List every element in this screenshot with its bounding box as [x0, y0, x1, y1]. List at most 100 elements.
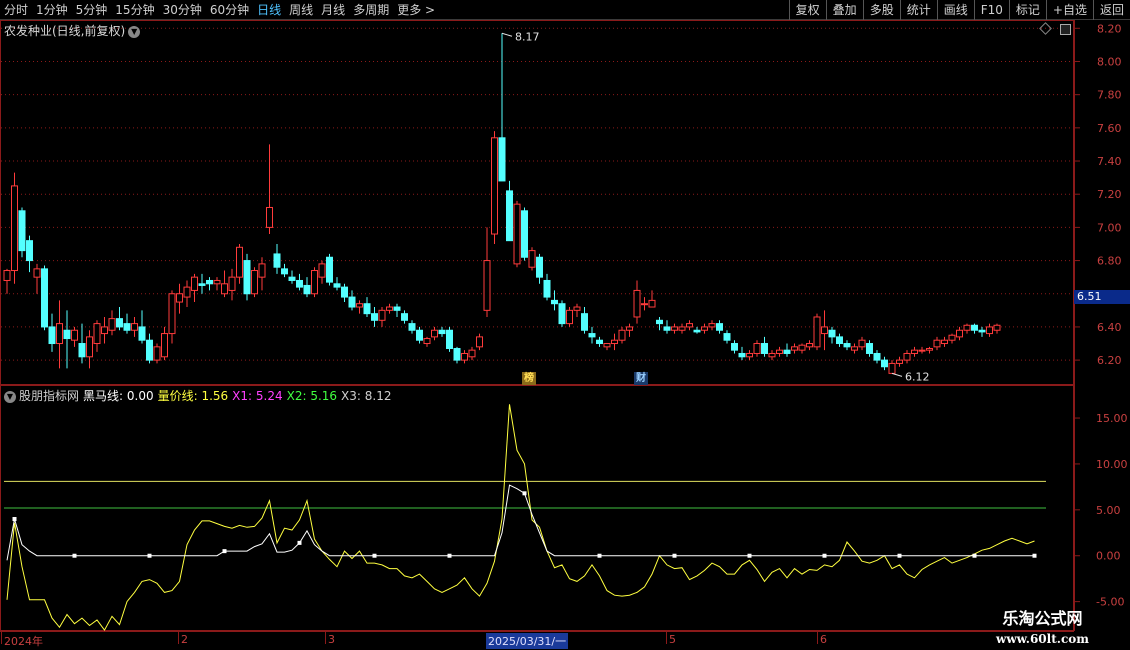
candle-body-down — [416, 329, 423, 341]
high-annotation-arrow — [501, 32, 513, 37]
candle-body-up — [131, 323, 138, 331]
candle-body-down — [446, 329, 453, 349]
date-label-feb: 2 — [181, 633, 188, 646]
indicator-tick-label: 5.00 — [1096, 504, 1121, 517]
indicator-series-line — [6, 484, 1035, 561]
candle-body-up — [911, 349, 918, 354]
candle-body-up — [71, 329, 78, 341]
indicator-marker — [522, 491, 527, 496]
candle-body-down — [783, 349, 791, 354]
candle-body-up — [903, 352, 911, 361]
date-label-start: 2024年 — [4, 635, 43, 648]
indicator-marker — [12, 517, 17, 522]
candle-body-up — [101, 326, 108, 335]
candle-body-up — [258, 263, 266, 278]
candle-body-down — [26, 240, 33, 262]
candle-body-down — [738, 352, 746, 358]
candle-body-down — [551, 299, 558, 305]
watermark-title: 乐淘公式网 — [1002, 609, 1083, 628]
date-label-may: 5 — [669, 633, 676, 646]
indicator-marker — [147, 553, 152, 558]
candle-body-down — [438, 329, 446, 335]
candle-body-up — [926, 348, 933, 351]
candle-body-up — [56, 323, 63, 345]
finance-badge[interactable]: 财 — [634, 372, 648, 385]
date-tick — [817, 632, 818, 644]
indicator-marker — [72, 553, 77, 558]
indicator-value-2: X1: 5.24 — [232, 389, 283, 403]
candle-body-down — [656, 319, 663, 325]
candle-body-up — [3, 270, 11, 281]
candle-body-up — [266, 206, 273, 228]
candle-body-up — [986, 326, 993, 335]
candle-body-down — [281, 268, 288, 275]
candle-body-up — [311, 270, 318, 295]
candle-body-down — [78, 343, 86, 358]
indicator-name: 股朋指标网 — [19, 389, 80, 403]
candle-body-down — [828, 329, 836, 338]
date-tick — [325, 632, 326, 644]
candle-body-down — [348, 296, 356, 308]
candle-body-up — [821, 326, 828, 335]
candle-body-up — [686, 323, 693, 328]
candle-body-down — [588, 333, 596, 338]
date-tick — [178, 632, 179, 644]
candle-body-up — [941, 339, 948, 345]
candle-body-down — [333, 283, 341, 288]
candle-body-up — [168, 293, 176, 335]
candle-body-up — [603, 343, 611, 348]
indicator-menu-icon[interactable]: ▼ — [4, 390, 16, 403]
candle-body-down — [146, 339, 153, 361]
candle-body-up — [183, 286, 191, 298]
candle-body-up — [648, 299, 656, 308]
indicator-tick-label: 15.00 — [1096, 412, 1128, 425]
price-tick-label: 6.80 — [1097, 255, 1122, 268]
indicator-value-0: 黑马线: 0.00 — [83, 389, 154, 403]
stock-title: 农发种业(日线,前复权) ▼ — [4, 22, 141, 39]
rank-badge[interactable]: 榜 — [522, 372, 536, 385]
dropdown-chevron-icon[interactable]: ▼ — [128, 25, 141, 38]
indicator-marker — [297, 540, 302, 545]
candle-body-up — [933, 339, 941, 348]
date-label-jun: 6 — [820, 633, 827, 646]
candle-body-up — [236, 246, 243, 278]
candle-body-down — [18, 210, 26, 252]
indicator-marker — [222, 549, 227, 554]
indicator-series-line — [6, 404, 1035, 632]
candle-body-down — [303, 284, 311, 295]
candle-body-up — [948, 334, 956, 341]
candle-body-up — [93, 323, 101, 345]
candle-body-up — [573, 306, 581, 311]
low-annotation-arrow — [891, 372, 903, 377]
price-tick-label: 8.00 — [1097, 55, 1122, 68]
candle-body-up — [753, 343, 761, 354]
candle-body-down — [731, 343, 738, 351]
candle-body-up — [161, 333, 168, 358]
candle-body-up — [678, 326, 686, 331]
candle-body-down — [978, 329, 986, 333]
candle-body-up — [618, 329, 626, 341]
candle-body-up — [746, 352, 753, 358]
candle-body-down — [843, 343, 851, 348]
candle-body-up — [513, 203, 521, 265]
candle-body-up — [888, 362, 896, 374]
low-annotation-label: 6.12 — [905, 370, 930, 383]
candle-body-up — [11, 185, 18, 272]
candle-body-down — [363, 303, 371, 315]
candle-body-up — [626, 326, 633, 331]
candle-body-up — [528, 250, 536, 268]
candle-body-down — [866, 343, 873, 354]
candle-body-down — [506, 190, 513, 242]
high-annotation-label: 8.17 — [515, 30, 540, 43]
candle-body-up — [176, 293, 183, 303]
indicator-tick-label: 0.00 — [1096, 550, 1121, 563]
candle-body-down — [41, 268, 48, 328]
candle-body-down — [341, 286, 348, 298]
candle-body-down — [371, 313, 378, 321]
candle-body-up — [221, 283, 228, 295]
candle-body-up — [671, 326, 678, 331]
chart-canvas[interactable]: 8.208.007.807.607.407.207.006.806.606.40… — [0, 0, 1130, 650]
candle-body-up — [191, 276, 198, 291]
panel-toggle-icon[interactable] — [1060, 24, 1071, 35]
candle-body-down — [596, 339, 603, 345]
